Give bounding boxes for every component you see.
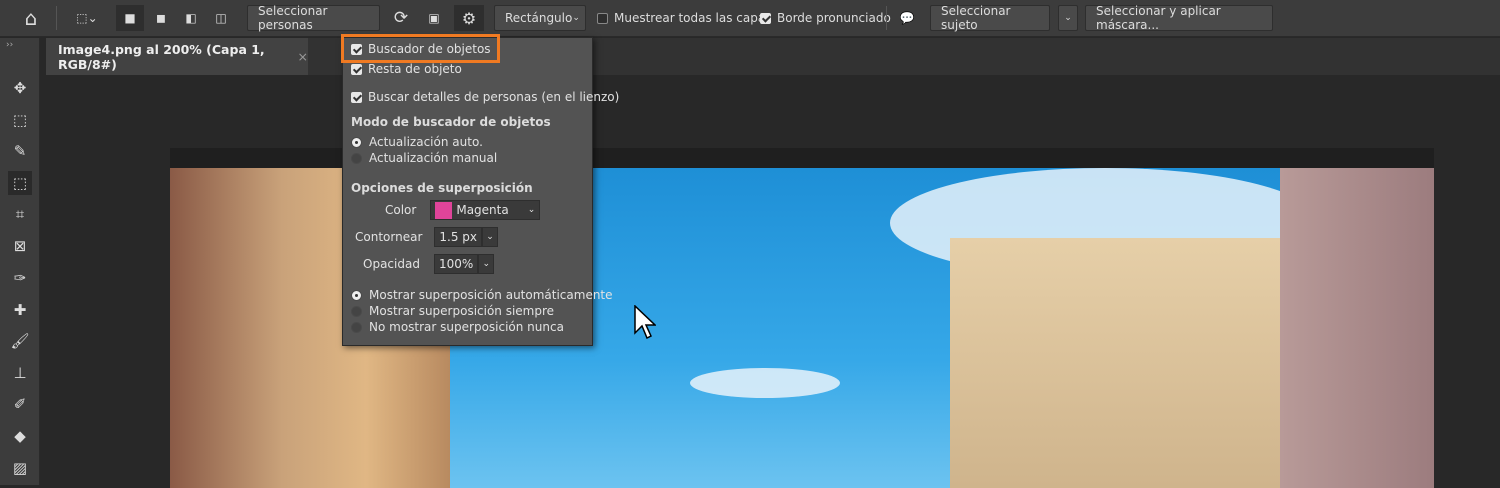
- object-subtract-label: Resta de objeto: [368, 62, 462, 76]
- clone-stamp-tool-icon[interactable]: ⊥: [8, 361, 32, 385]
- document-tab[interactable]: Image4.png al 200% (Capa 1, RGB/8#) ×: [46, 38, 308, 75]
- color-swatch: [435, 201, 453, 219]
- brush-tool-icon[interactable]: 🖌: [8, 329, 32, 353]
- marquee-tool-icon[interactable]: ⬚: [8, 108, 32, 132]
- object-finder-settings-menu: Buscador de objetos Resta de objeto Busc…: [342, 37, 619, 346]
- eraser-tool-icon[interactable]: ◆: [8, 424, 32, 448]
- subtract-from-selection-icon[interactable]: ◧: [178, 5, 204, 31]
- history-brush-tool-icon[interactable]: ✐: [8, 392, 32, 416]
- outline-input[interactable]: 1.5 px: [434, 227, 482, 247]
- color-row: Color Magenta ⌄: [385, 200, 541, 220]
- opacity-input[interactable]: 100%: [433, 254, 479, 274]
- gradient-tool-icon[interactable]: ▨: [8, 456, 32, 480]
- manual-refresh-radio[interactable]: Actualización manual: [351, 151, 497, 165]
- outline-dropdown-icon[interactable]: ⌄: [482, 227, 498, 247]
- collapse-icon[interactable]: ››: [6, 40, 13, 50]
- select-subject-button[interactable]: Seleccionar sujeto: [930, 4, 1050, 32]
- find-people-details-checkbox[interactable]: Buscar detalles de personas (en el lienz…: [351, 90, 619, 104]
- mouse-cursor-icon: [634, 305, 656, 340]
- overlay-auto-radio[interactable]: Mostrar superposición automáticamente: [351, 288, 613, 302]
- overlay-always-radio[interactable]: Mostrar superposición siempre: [351, 304, 554, 318]
- tools-panel: ›› ✥ ⬚ ✎ ⬚ ⌗ ⊠ ✑ ✚ 🖌 ⊥ ✐ ◆ ▨: [0, 38, 40, 485]
- chevron-down-icon: ⌄: [572, 13, 580, 23]
- new-selection-icon[interactable]: ■: [116, 5, 144, 31]
- find-people-details-label: Buscar detalles de personas (en el lienz…: [368, 90, 620, 104]
- auto-refresh-label: Actualización auto.: [369, 135, 483, 149]
- chevron-down-icon: ⌄: [527, 205, 536, 215]
- manual-refresh-label: Actualización manual: [369, 151, 498, 165]
- hard-edge-label: Borde pronunciado: [777, 11, 891, 25]
- crop-tool-icon[interactable]: ⌗: [8, 202, 32, 226]
- frame-tool-icon[interactable]: ⊠: [8, 234, 32, 258]
- outline-label: Contornear: [355, 230, 423, 244]
- mode-dropdown[interactable]: Rectángulo ⌄: [494, 5, 586, 31]
- intersect-selection-icon[interactable]: ◫: [208, 5, 234, 31]
- object-selection-tool-icon[interactable]: ⬚: [8, 171, 32, 195]
- outline-row: Contornear 1.5 px ⌄: [355, 227, 498, 247]
- eyedropper-tool-icon[interactable]: ✑: [8, 266, 32, 290]
- color-label: Color: [385, 203, 417, 217]
- select-people-button[interactable]: Seleccionar personas: [247, 4, 380, 32]
- color-value: Magenta: [456, 203, 509, 217]
- mode-heading: Modo de buscador de objetos: [351, 115, 551, 129]
- add-to-selection-icon[interactable]: ◼: [148, 5, 174, 31]
- object-selection-tool-preset-icon[interactable]: ⬚⌄: [66, 5, 108, 31]
- hard-edge-checkbox[interactable]: Borde pronunciado: [760, 5, 891, 31]
- move-tool-icon[interactable]: ✥: [8, 76, 32, 100]
- overlay-never-label: No mostrar superposición nunca: [369, 320, 564, 334]
- home-icon[interactable]: ⌂: [14, 5, 48, 31]
- overlay-always-label: Mostrar superposición siempre: [369, 304, 555, 318]
- object-subtract-checkbox[interactable]: Resta de objeto: [351, 62, 462, 76]
- auto-refresh-radio[interactable]: Actualización auto.: [351, 135, 483, 149]
- close-icon[interactable]: ×: [298, 49, 308, 64]
- document-tabs: Image4.png al 200% (Capa 1, RGB/8#) ×: [46, 38, 1500, 75]
- overlay-heading: Opciones de superposición: [351, 181, 533, 195]
- feedback-icon[interactable]: 💬: [894, 5, 920, 31]
- select-and-mask-button[interactable]: Seleccionar y aplicar máscara...: [1085, 4, 1273, 32]
- opacity-label: Opacidad: [363, 257, 420, 271]
- select-subject-dropdown[interactable]: ⌄: [1058, 5, 1078, 31]
- sample-all-layers-checkbox[interactable]: Muestrear todas las capas: [597, 5, 771, 31]
- sample-all-layers-label: Muestrear todas las capas: [614, 11, 772, 25]
- color-dropdown[interactable]: Magenta ⌄: [430, 200, 541, 220]
- object-overlay-icon[interactable]: ▣: [420, 5, 448, 31]
- refresh-icon[interactable]: ⟳: [388, 5, 414, 31]
- overlay-never-radio[interactable]: No mostrar superposición nunca: [351, 320, 564, 334]
- mode-value: Rectángulo: [505, 11, 573, 25]
- gear-icon[interactable]: ⚙: [454, 5, 484, 31]
- highlight-box: [341, 34, 500, 63]
- opacity-row: Opacidad 100% ⌄: [363, 254, 495, 274]
- opacity-dropdown-icon[interactable]: ⌄: [478, 254, 495, 274]
- options-bar: ⌂ ⬚⌄ ■ ◼ ◧ ◫ Seleccionar personas ⟳ ▣ ⚙ …: [0, 0, 1500, 37]
- overlay-auto-label: Mostrar superposición automáticamente: [369, 288, 613, 302]
- quick-selection-tool-icon[interactable]: ✎: [8, 139, 32, 163]
- document-tab-title: Image4.png al 200% (Capa 1, RGB/8#): [58, 41, 265, 72]
- healing-brush-tool-icon[interactable]: ✚: [8, 298, 32, 322]
